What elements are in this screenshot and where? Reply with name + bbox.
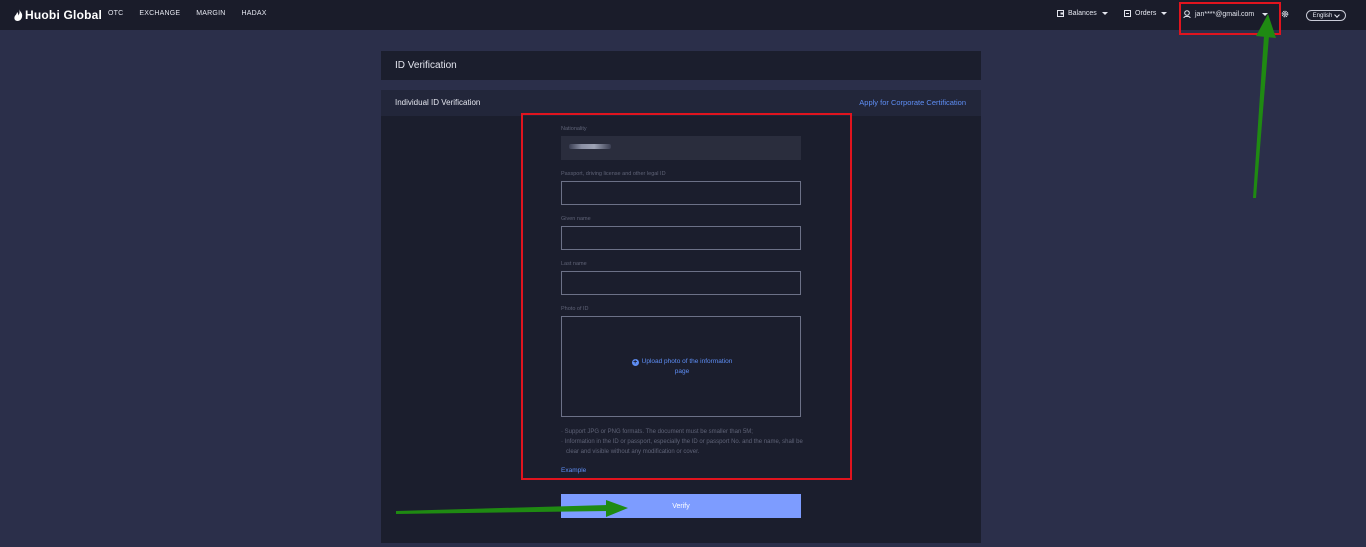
- annotation-arrows: [396, 14, 1276, 517]
- arrow-to-verify: [396, 500, 628, 517]
- arrow-to-account: [1253, 14, 1276, 198]
